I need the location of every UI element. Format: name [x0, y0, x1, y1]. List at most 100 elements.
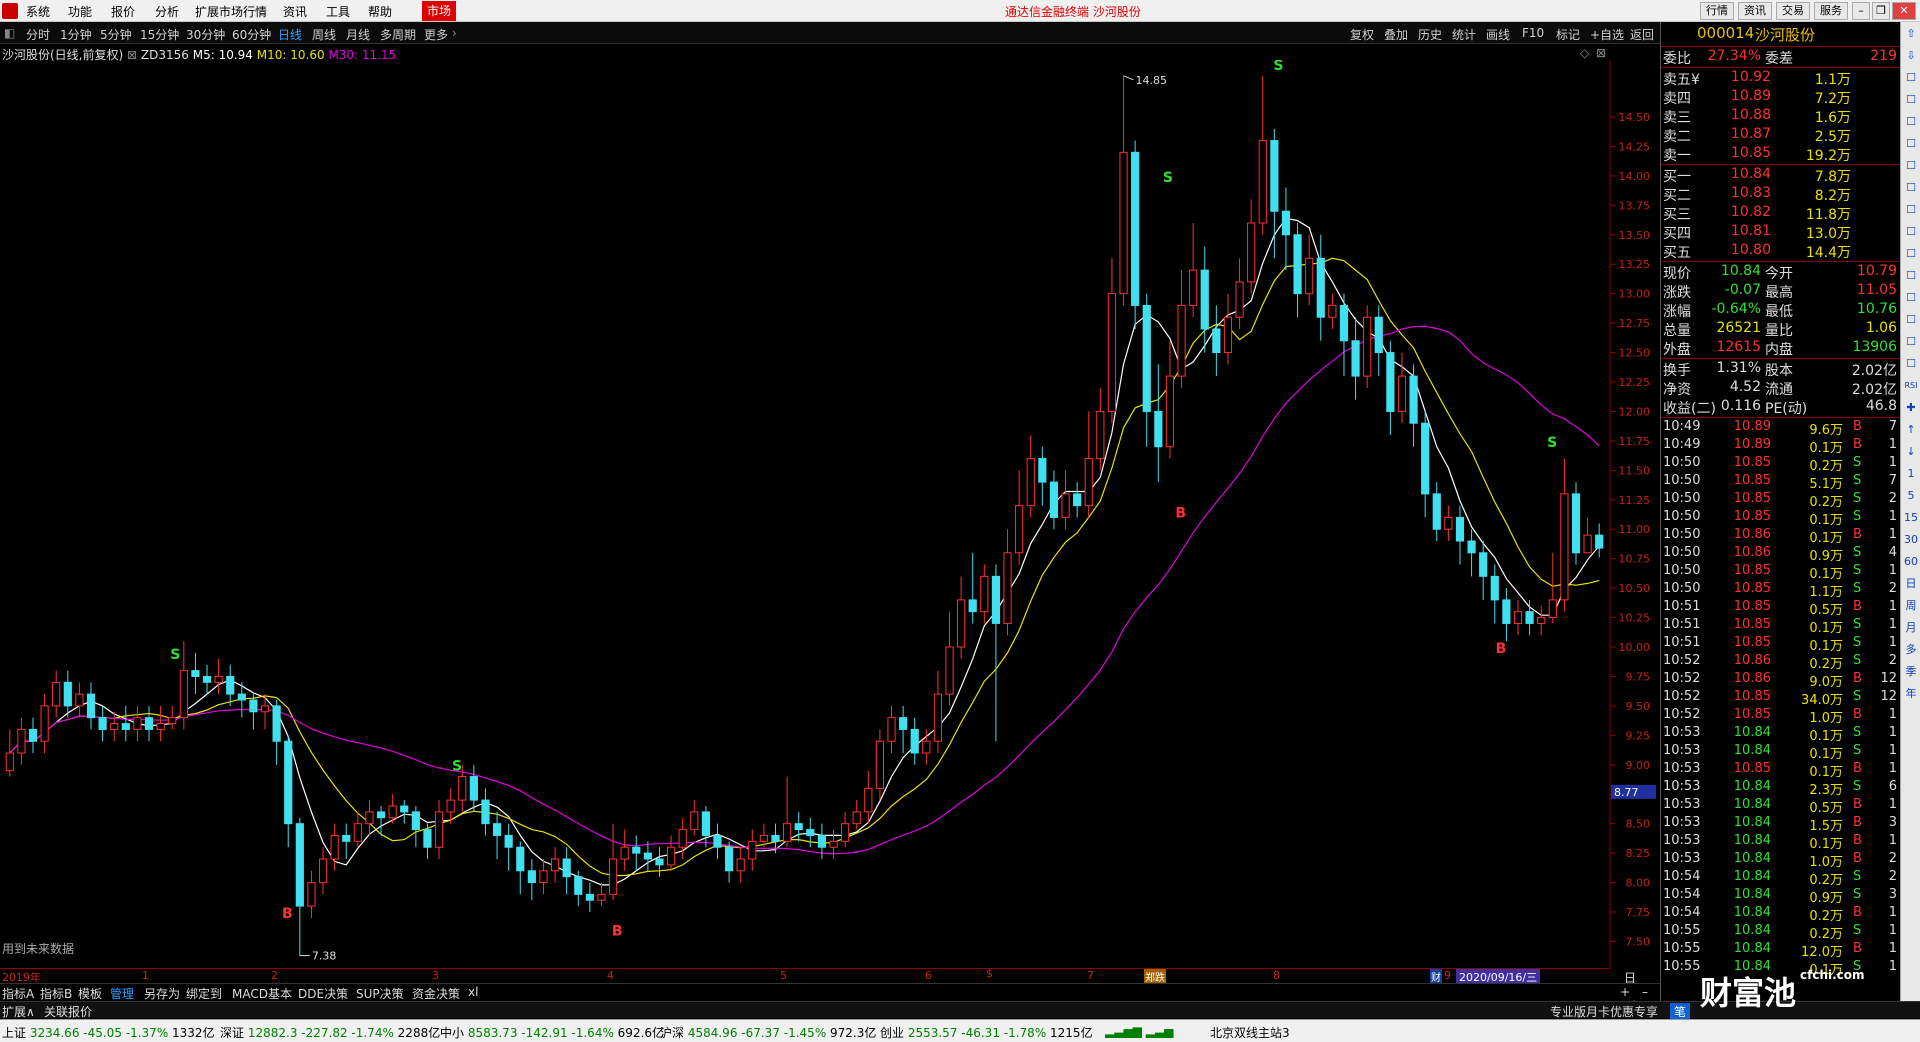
expand-button[interactable]: 扩展∧ [2, 1003, 35, 1020]
tab-indicator-b[interactable]: 指标B [40, 985, 72, 1002]
side-tool-icon[interactable]: 月 [1903, 620, 1919, 636]
period-15min[interactable]: 15分钟 [140, 26, 179, 43]
tab-dde[interactable]: DDE决策 [298, 985, 348, 1002]
side-tool-icon[interactable]: 30 [1903, 532, 1919, 548]
side-tool-icon[interactable]: ↓ [1903, 444, 1919, 460]
tab-xl[interactable]: xl [468, 985, 478, 999]
tab-indicator-a[interactable]: 指标A [2, 985, 34, 1002]
candle [852, 800, 861, 830]
period-multi[interactable]: 多周期 [380, 26, 416, 43]
menu-news[interactable]: 资讯 [283, 3, 307, 20]
side-tool-icon[interactable]: ☐ [1903, 356, 1919, 372]
side-tool-icon[interactable]: 15 [1903, 510, 1919, 526]
side-tool-icon[interactable]: ☐ [1903, 290, 1919, 306]
promo-text[interactable]: 专业版月卡优惠专享 [1550, 1003, 1658, 1020]
side-tool-icon[interactable]: ☐ [1903, 268, 1919, 284]
side-tool-icon[interactable]: ☐ [1903, 158, 1919, 174]
minimize-icon[interactable]: – [1852, 2, 1870, 20]
side-tool-icon[interactable]: 1 [1903, 466, 1919, 482]
menu-function[interactable]: 功能 [68, 3, 92, 20]
side-tool-icon[interactable]: ✚ [1903, 400, 1919, 416]
side-tool-icon[interactable]: 5 [1903, 488, 1919, 504]
candle-body [17, 728, 26, 754]
tab-fund[interactable]: 资金决策 [412, 985, 460, 1002]
tool-back[interactable]: 返回 [1630, 26, 1654, 43]
restore-icon[interactable]: ❐ [1872, 2, 1890, 20]
menu-system[interactable]: 系统 [26, 3, 50, 20]
side-tool-icon[interactable]: ☐ [1903, 70, 1919, 86]
period-weekly[interactable]: 周线 [312, 26, 336, 43]
index-item[interactable]: 深证 12882.3 -227.82 -1.74% 2288亿 [220, 1024, 440, 1041]
side-tool-icon[interactable]: RSI [1903, 378, 1919, 394]
tool-add-watchlist[interactable]: +自选 [1590, 26, 1624, 43]
period-30min[interactable]: 30分钟 [186, 26, 225, 43]
side-tool-icon[interactable]: 日 [1903, 576, 1919, 592]
tab-manage[interactable]: 管理 [110, 985, 134, 1002]
side-tool-icon[interactable]: ⇧ [1903, 26, 1919, 42]
tool-mark[interactable]: 标记 [1556, 26, 1580, 43]
tool-adjust[interactable]: 复权 [1350, 26, 1374, 43]
side-tool-icon[interactable]: ☐ [1903, 224, 1919, 240]
period-daily[interactable]: 日线 [278, 26, 302, 43]
tool-history[interactable]: 历史 [1418, 26, 1442, 43]
news-button[interactable]: 资讯 [1738, 2, 1772, 20]
tool-draw[interactable]: 画线 [1486, 26, 1510, 43]
side-tool-icon[interactable]: ☐ [1903, 202, 1919, 218]
menu-tools[interactable]: 工具 [326, 3, 350, 20]
side-tool-icon[interactable]: ↑ [1903, 422, 1919, 438]
tick-time: 10:53 [1663, 815, 1701, 830]
tab-pen[interactable]: 笔 [1670, 1003, 1691, 1020]
zoom-out-icon[interactable]: – [1642, 985, 1648, 999]
side-tool-icon[interactable]: 多 [1903, 642, 1919, 658]
candlestick-chart[interactable]: 14.50 14.25 14.00 13.75 13.50 13.25 13.00 12.75… [0, 60, 1660, 968]
diamond-icon[interactable]: ◇ [1580, 46, 1589, 60]
menu-quote[interactable]: 报价 [111, 3, 135, 20]
index-item[interactable]: 沪深 4584.96 -67.37 -1.45% 972.3亿 [660, 1024, 876, 1041]
index-item[interactable]: 中小 8583.73 -142.91 -1.64% 692.6亿 [440, 1024, 664, 1041]
tab-sup[interactable]: SUP决策 [356, 985, 404, 1002]
tab-template[interactable]: 模板 [78, 985, 102, 1002]
side-tool-icon[interactable]: ☐ [1903, 92, 1919, 108]
side-tool-icon[interactable]: ☐ [1903, 312, 1919, 328]
menu-analysis[interactable]: 分析 [155, 3, 179, 20]
candle-body [1305, 257, 1314, 295]
period-1min[interactable]: 1分钟 [60, 26, 92, 43]
side-tool-icon[interactable]: ⇩ [1903, 48, 1919, 64]
close-icon[interactable]: ✕ [1892, 2, 1916, 20]
candle [1049, 470, 1059, 530]
side-tool-icon[interactable]: 季 [1903, 664, 1919, 680]
side-tool-icon[interactable]: 60 [1903, 554, 1919, 570]
toggle-icon[interactable]: ◧ [4, 26, 15, 40]
side-tool-icon[interactable]: 周 [1903, 598, 1919, 614]
period-monthly[interactable]: 月线 [346, 26, 370, 43]
side-tool-icon[interactable]: ☐ [1903, 246, 1919, 262]
side-tool-icon[interactable]: 年 [1903, 686, 1919, 702]
side-tool-icon[interactable]: ☐ [1903, 136, 1919, 152]
side-tool-icon[interactable]: ☐ [1903, 334, 1919, 350]
tool-stats[interactable]: 统计 [1452, 26, 1476, 43]
menu-extended-market[interactable]: 扩展市场行情 [195, 3, 267, 20]
tab-bind-to[interactable]: 绑定到 [186, 985, 222, 1002]
chart-close-icon[interactable]: ⊠ [1596, 46, 1606, 60]
side-tool-icon[interactable]: ☐ [1903, 180, 1919, 196]
period-5min[interactable]: 5分钟 [100, 26, 132, 43]
trade-button[interactable]: 交易 [1776, 2, 1810, 20]
market-tab[interactable]: 市场 [422, 1, 456, 21]
side-tool-icon[interactable]: ☐ [1903, 114, 1919, 130]
index-item[interactable]: 创业 2553.57 -46.31 -1.78% 1215亿 [880, 1024, 1093, 1041]
zoom-in-icon[interactable]: + [1620, 985, 1630, 999]
related-quote-button[interactable]: 关联报价 [44, 1003, 92, 1020]
tab-save-as[interactable]: 另存为 [144, 985, 180, 1002]
quote-button[interactable]: 行情 [1700, 2, 1734, 20]
period-more[interactable]: 更多 [424, 26, 448, 43]
index-item[interactable]: 上证 3234.66 -45.05 -1.37% 1332亿 [2, 1024, 215, 1041]
tab-macd[interactable]: MACD基本 [232, 985, 292, 1002]
tool-overlay[interactable]: 叠加 [1384, 26, 1408, 43]
period-intraday[interactable]: 分时 [26, 26, 50, 43]
tool-f10[interactable]: F10 [1522, 26, 1544, 40]
period-60min[interactable]: 60分钟 [232, 26, 271, 43]
menu-help[interactable]: 帮助 [368, 3, 392, 20]
candle [1363, 305, 1372, 388]
candle-body [249, 699, 258, 713]
service-button[interactable]: 服务 [1814, 2, 1848, 20]
